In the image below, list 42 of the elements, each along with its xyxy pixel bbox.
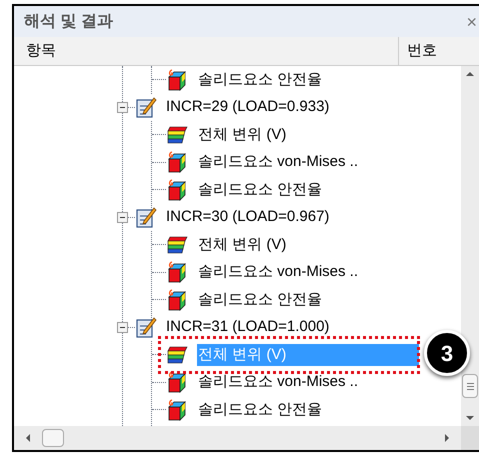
- colored-cube-icon: [166, 68, 188, 91]
- horizontal-scrollbar[interactable]: [14, 426, 461, 450]
- tree-item[interactable]: 솔리드요소 von-Mises ..: [197, 371, 358, 394]
- tree-item[interactable]: INCR=30 (LOAD=0.967): [166, 206, 330, 228]
- tree-item[interactable]: INCR=29 (LOAD=0.933): [166, 96, 330, 118]
- collapse-icon[interactable]: [117, 102, 128, 113]
- color-bands-icon: [166, 344, 188, 365]
- colored-cube-icon: [166, 371, 188, 394]
- tree-item[interactable]: 솔리드요소 von-Mises ..: [197, 261, 358, 284]
- color-bands-icon: [166, 234, 188, 255]
- scroll-down-icon[interactable]: [466, 416, 474, 420]
- scrollbar-corner: [461, 426, 479, 450]
- close-button[interactable]: ×: [466, 12, 477, 30]
- scroll-thumb[interactable]: [42, 429, 64, 447]
- scroll-thumb[interactable]: [462, 374, 478, 398]
- column-heading[interactable]: 항목: [14, 37, 399, 65]
- tree-item[interactable]: 솔리드요소 안전율: [197, 68, 322, 91]
- colored-cube-icon: [166, 151, 188, 174]
- tree-item[interactable]: 솔리드요소 안전율: [197, 178, 322, 201]
- document-pencil-icon: [135, 316, 157, 338]
- colored-cube-icon: [166, 398, 188, 421]
- tree-item[interactable]: 솔리드요소 von-Mises ..: [197, 151, 358, 174]
- document-pencil-icon: [135, 96, 157, 118]
- collapse-icon[interactable]: [117, 322, 128, 333]
- color-bands-icon: [166, 124, 188, 145]
- tree-item[interactable]: 전체 변위 (V): [197, 124, 286, 146]
- tree-item[interactable]: 전체 변위 (V): [197, 234, 286, 256]
- scroll-up-icon[interactable]: [466, 72, 474, 76]
- column-heading[interactable]: 번호: [399, 40, 437, 62]
- colored-cube-icon: [166, 288, 188, 311]
- document-pencil-icon: [135, 206, 157, 228]
- scroll-left-icon[interactable]: [26, 434, 30, 442]
- panel-title: 해석 및 결과: [24, 12, 113, 32]
- colored-cube-icon: [166, 178, 188, 201]
- tree-item[interactable]: INCR=31 (LOAD=1.000): [166, 316, 330, 338]
- scroll-right-icon[interactable]: [445, 434, 449, 442]
- collapse-icon[interactable]: [117, 212, 128, 223]
- tree-item[interactable]: 솔리드요소 안전율: [197, 288, 322, 311]
- tree-item[interactable]: 솔리드요소 안전율: [197, 398, 322, 421]
- vertical-scrollbar[interactable]: [461, 66, 479, 426]
- colored-cube-icon: [166, 261, 188, 284]
- step-badge: 3: [424, 330, 470, 376]
